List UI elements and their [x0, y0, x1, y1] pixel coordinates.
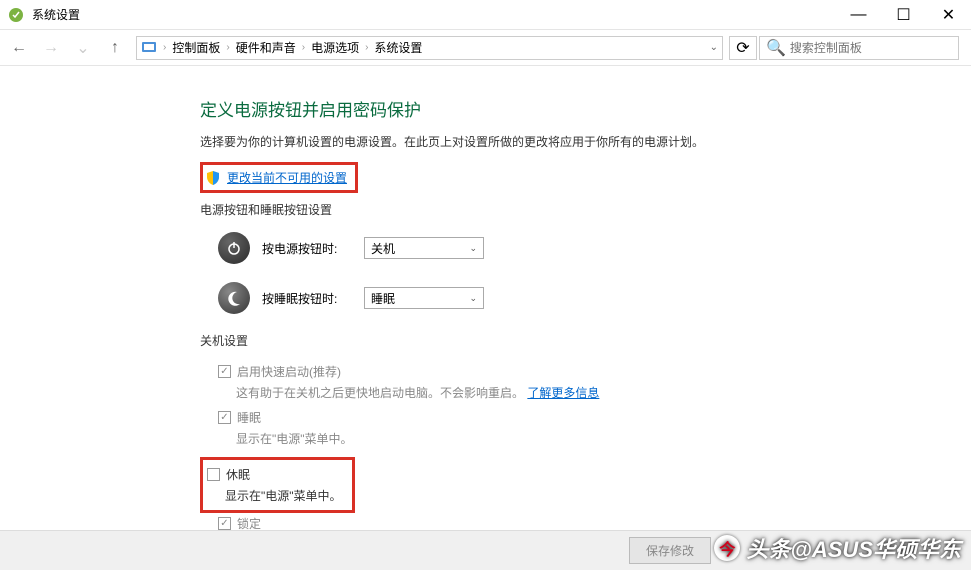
fast-startup-label: 启用快速启动(推荐) [237, 363, 341, 380]
search-input[interactable] [790, 41, 952, 55]
fast-startup-checkbox: ✓ [218, 365, 231, 378]
back-button[interactable]: ← [4, 34, 34, 62]
breadcrumb-item-1[interactable]: 硬件和声音 [236, 39, 296, 56]
power-button-row: 按电源按钮时: 关机 ⌄ [218, 232, 971, 264]
content-area: 定义电源按钮并启用密码保护 选择要为你的计算机设置的电源设置。在此页上对设置所做… [0, 66, 971, 553]
learn-more-link[interactable]: 了解更多信息 [527, 386, 599, 400]
chevron-down-icon: ⌄ [469, 293, 477, 304]
sleep-option-desc: 显示在"电源"菜单中。 [236, 430, 971, 447]
control-panel-icon [141, 40, 157, 56]
breadcrumb-item-0[interactable]: 控制面板 [172, 39, 220, 56]
hibernate-row: ✓ 休眠 [207, 466, 342, 483]
search-icon: 🔍 [766, 38, 786, 58]
chevron-down-icon: ⌄ [469, 243, 477, 254]
breadcrumb-sep: › [302, 42, 305, 53]
breadcrumb-item-3[interactable]: 系统设置 [374, 39, 422, 56]
breadcrumb-sep: › [226, 42, 229, 53]
fast-startup-row: ✓ 启用快速启动(推荐) [218, 363, 971, 380]
power-button-label: 按电源按钮时: [262, 240, 352, 257]
app-icon [8, 7, 24, 23]
power-dropdown-value: 关机 [371, 240, 395, 257]
refresh-button[interactable]: ⟳ [729, 36, 757, 60]
breadcrumb-dropdown-icon[interactable]: ⌄ [710, 42, 718, 53]
sleep-checkbox: ✓ [218, 411, 231, 424]
sleep-button-row: 按睡眠按钮时: 睡眠 ⌄ [218, 282, 971, 314]
forward-button: → [36, 34, 66, 62]
sleep-dropdown-value: 睡眠 [371, 290, 395, 307]
section-buttons-title: 电源按钮和睡眠按钮设置 [200, 201, 971, 218]
highlight-hibernate: ✓ 休眠 显示在"电源"菜单中。 [200, 457, 355, 513]
navbar: ← → ⌄ ↑ › 控制面板 › 硬件和声音 › 电源选项 › 系统设置 ⌄ ⟳… [0, 30, 971, 66]
recent-dropdown[interactable]: ⌄ [68, 34, 98, 62]
page-description: 选择要为你的计算机设置的电源设置。在此页上对设置所做的更改将应用于你所有的电源计… [200, 133, 971, 150]
breadcrumb-sep: › [163, 42, 166, 53]
window-controls: — ☐ ✕ [836, 0, 971, 30]
page-title: 定义电源按钮并启用密码保护 [200, 96, 971, 121]
footer: 保存修改 [0, 530, 971, 570]
sleep-option-label: 睡眠 [237, 409, 261, 426]
change-unavailable-settings-link[interactable]: 更改当前不可用的设置 [227, 169, 347, 186]
search-box[interactable]: 🔍 [759, 36, 959, 60]
breadcrumb-item-2[interactable]: 电源选项 [311, 39, 359, 56]
titlebar: 系统设置 — ☐ ✕ [0, 0, 971, 30]
power-button-dropdown[interactable]: 关机 ⌄ [364, 237, 484, 259]
breadcrumb-sep: › [365, 42, 368, 53]
hibernate-checkbox: ✓ [207, 468, 220, 481]
save-button: 保存修改 [629, 537, 711, 564]
breadcrumb[interactable]: › 控制面板 › 硬件和声音 › 电源选项 › 系统设置 ⌄ [136, 36, 723, 60]
sleep-option-row: ✓ 睡眠 [218, 409, 971, 426]
close-button[interactable]: ✕ [926, 0, 971, 30]
fast-startup-desc: 这有助于在关机之后更快地启动电脑。不会影响重启。 了解更多信息 [236, 384, 971, 401]
section-shutdown-title: 关机设置 [200, 332, 971, 349]
hibernate-label: 休眠 [226, 466, 250, 483]
minimize-button[interactable]: — [836, 0, 881, 30]
sleep-button-dropdown[interactable]: 睡眠 ⌄ [364, 287, 484, 309]
sleep-button-label: 按睡眠按钮时: [262, 290, 352, 307]
up-button[interactable]: ↑ [100, 34, 130, 62]
shutdown-settings: 关机设置 ✓ 启用快速启动(推荐) 这有助于在关机之后更快地启动电脑。不会影响重启… [200, 332, 971, 553]
window-title: 系统设置 [32, 6, 836, 23]
highlight-admin-link: 更改当前不可用的设置 [200, 162, 358, 193]
sleep-icon [218, 282, 250, 314]
power-icon [218, 232, 250, 264]
lock-checkbox: ✓ [218, 517, 231, 530]
hibernate-desc: 显示在"电源"菜单中。 [225, 487, 342, 504]
shield-icon [205, 170, 221, 186]
maximize-button[interactable]: ☐ [881, 0, 926, 30]
